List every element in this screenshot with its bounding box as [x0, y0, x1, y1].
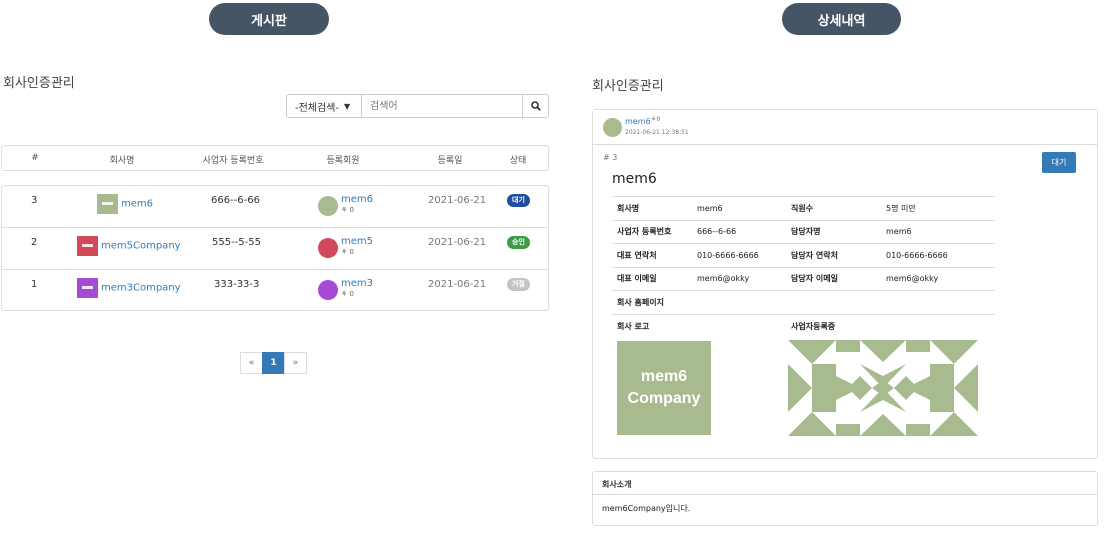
info-value: 666--6-66 [692, 219, 786, 244]
pagination: « 1 » [240, 352, 307, 374]
col-number: # [31, 153, 39, 163]
search-icon [530, 101, 541, 111]
page-1-button[interactable]: 1 [262, 352, 285, 374]
reg-number: 555--5-55 [212, 237, 261, 248]
company-title: mem6 [612, 171, 657, 187]
company-name: mem6 [121, 198, 153, 210]
info-value: mem6 [881, 219, 995, 244]
reg-number: 333-33-3 [214, 279, 260, 290]
search-type-value: -전체검색- [295, 102, 340, 114]
avatar [603, 118, 622, 137]
search-button[interactable] [522, 94, 549, 118]
col-date: 등록일 [437, 156, 463, 166]
member-name: mem3 [341, 278, 373, 289]
author-name[interactable]: mem6 [625, 117, 651, 126]
info-value [881, 313, 995, 338]
info-label: 담당자 이메일 [786, 266, 881, 291]
member-link[interactable]: mem6 ⚘ 0 [341, 194, 373, 214]
info-label: 회사 홈페이지 [612, 290, 692, 314]
intro-header: 회사소개 [593, 472, 1097, 495]
member-link[interactable]: mem5 ⚘ 0 [341, 236, 373, 256]
info-value: 5명 미만 [881, 196, 995, 220]
company-table: 3 mem6 666--6-66 mem6 ⚘ 0 2021-06-21 대기 … [1, 185, 549, 311]
member-points: ⚘ 0 [341, 206, 354, 214]
company-logo-icon [97, 194, 118, 214]
member-link[interactable]: mem3 ⚘ 0 [341, 278, 373, 298]
business-license-image [788, 340, 978, 436]
info-value: mem6 [692, 196, 786, 220]
info-value [692, 290, 786, 314]
avatar [318, 196, 338, 216]
company-intro-panel: 회사소개 mem6Company입니다. [592, 471, 1098, 526]
page-next-button[interactable]: » [284, 352, 307, 374]
avatar [318, 280, 338, 300]
row-number: 2 [31, 237, 38, 248]
info-label: 회사 로고 [612, 313, 692, 338]
status-badge: 거절 [507, 278, 530, 291]
status-badge: 승인 [507, 236, 530, 249]
col-company: 회사명 [109, 156, 135, 166]
status-button[interactable]: 대기 [1042, 152, 1076, 173]
company-logo-image: mem6 Company [617, 341, 711, 435]
info-label: 직원수 [786, 196, 881, 220]
col-member: 등록회원 [326, 156, 360, 166]
reg-date: 2021-06-21 [428, 237, 487, 248]
table-row[interactable]: 3 mem6 666--6-66 mem6 ⚘ 0 2021-06-21 대기 [2, 186, 548, 228]
page-title: 회사인증관리 [3, 76, 75, 91]
info-value: mem6@okky [692, 266, 786, 291]
company-name: mem3Company [101, 282, 181, 294]
info-label: 사업자등록증 [786, 313, 881, 338]
member-name: mem6 [341, 194, 373, 205]
company-link[interactable]: mem6 [97, 194, 153, 214]
company-link[interactable]: mem5Company [77, 236, 181, 256]
info-value [692, 313, 786, 338]
table-row[interactable]: 2 mem5Company 555--5-55 mem5 ⚘ 0 2021-06… [2, 228, 548, 270]
company-info-table: 회사명 mem6 직원수 5명 미만 사업자 등록번호 666--6-66 담당… [612, 196, 995, 338]
company-logo-icon [77, 236, 98, 256]
info-value: 010-6666-6666 [692, 243, 786, 267]
author-datetime: 2021-06-21 12:38:51 [625, 129, 689, 136]
reg-date: 2021-06-21 [428, 279, 487, 290]
detail-page-title: 회사인증관리 [592, 79, 664, 94]
chevron-down-icon: ▼ [344, 101, 351, 111]
detail-card: mem6 ⚘0 2021-06-21 12:38:51 # 3 대기 mem6 … [592, 109, 1098, 459]
info-label: 담당자명 [786, 219, 881, 244]
info-label: 대표 이메일 [612, 266, 692, 291]
company-link[interactable]: mem3Company [77, 278, 181, 298]
avatar [318, 238, 338, 258]
reg-number: 666--6-66 [211, 195, 260, 206]
info-label: 담당자 연락처 [786, 243, 881, 267]
col-status: 상태 [509, 156, 527, 166]
member-points: ⚘ 0 [341, 290, 354, 298]
member-name: mem5 [341, 236, 373, 247]
intro-body: mem6Company입니다. [602, 504, 691, 513]
row-number: 3 [31, 195, 38, 206]
table-row[interactable]: 1 mem3Company 333-33-3 mem3 ⚘ 0 2021-06-… [2, 270, 548, 312]
company-name: mem5Company [101, 240, 181, 252]
row-number: 1 [31, 279, 38, 290]
info-value: mem6@okky [881, 266, 995, 291]
post-number: # 3 [603, 153, 618, 162]
search-input[interactable] [362, 94, 523, 118]
info-label [786, 290, 881, 314]
table-header: # 회사명 사업자 등록번호 등록회원 등록일 상태 [1, 145, 549, 171]
search-type-select[interactable]: -전체검색- ▼ [286, 94, 362, 118]
author-points: ⚘0 [651, 116, 661, 123]
reg-date: 2021-06-21 [428, 195, 487, 206]
info-label: 회사명 [612, 196, 692, 220]
info-label: 대표 연락처 [612, 243, 692, 267]
info-label: 사업자 등록번호 [612, 219, 692, 244]
board-tab-button[interactable]: 게시판 [209, 3, 329, 35]
info-value: 010-6666-6666 [881, 243, 995, 267]
page-prev-button[interactable]: « [240, 352, 263, 374]
status-badge: 대기 [507, 194, 530, 207]
author-header: mem6 ⚘0 2021-06-21 12:38:51 [593, 110, 1097, 145]
member-points: ⚘ 0 [341, 248, 354, 256]
company-logo-icon [77, 278, 98, 298]
info-value [881, 290, 995, 314]
detail-tab-button[interactable]: 상세내역 [782, 3, 901, 35]
col-reg-no: 사업자 등록번호 [202, 156, 264, 166]
